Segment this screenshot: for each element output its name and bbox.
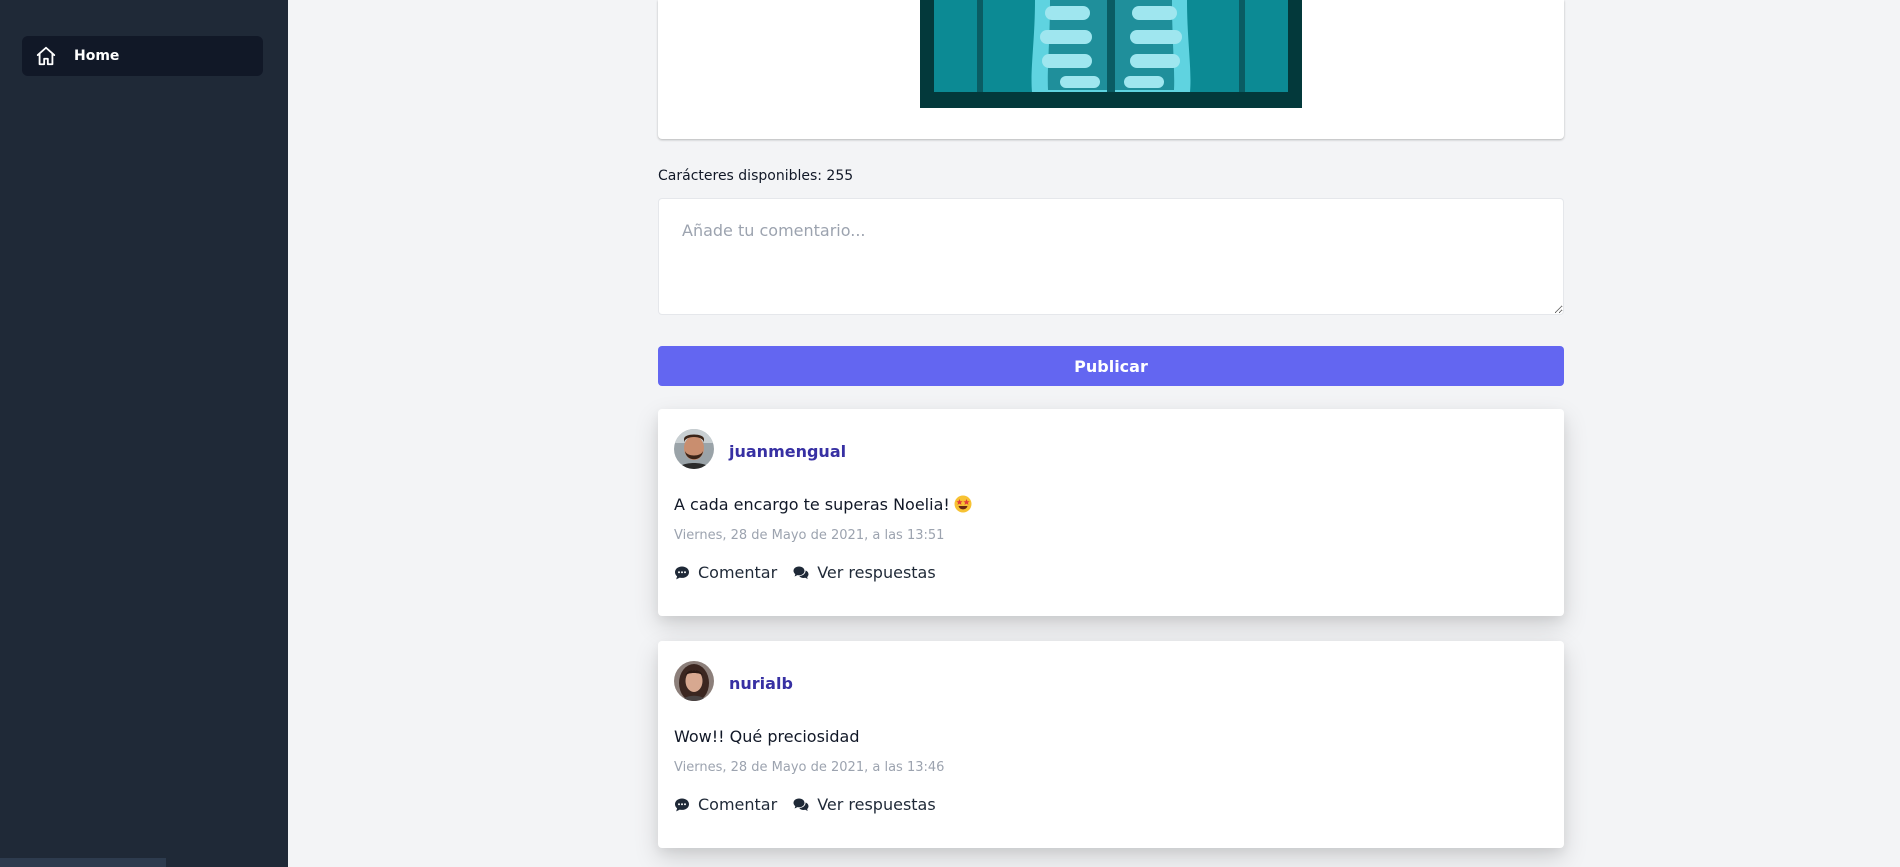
comment-username[interactable]: juanmengual <box>729 442 846 461</box>
comments-icon <box>793 565 817 581</box>
comment-actions: Comentar Ver respuestas <box>674 563 952 582</box>
comment-bubble-icon <box>674 797 698 813</box>
comment-text: Wow!! Qué preciosidad <box>674 727 860 746</box>
comment-input[interactable] <box>658 198 1564 315</box>
post-image <box>920 0 1302 108</box>
view-replies-button[interactable]: Ver respuestas <box>793 795 936 814</box>
characters-available-label: Carácteres disponibles: 255 <box>658 168 854 184</box>
sidebar-item-label: Home <box>74 48 120 64</box>
comment-bubble-icon <box>674 565 698 581</box>
comment-button[interactable]: Comentar <box>674 563 777 582</box>
post-card <box>658 0 1564 139</box>
comment-actions: Comentar Ver respuestas <box>674 795 952 814</box>
sidebar-item-home[interactable]: Home <box>22 36 263 76</box>
comment-timestamp: Viernes, 28 de Mayo de 2021, a las 13:46 <box>674 760 945 775</box>
comment-text-content: A cada encargo te superas Noelia! <box>674 495 950 514</box>
comments-icon <box>793 797 817 813</box>
comment-text: A cada encargo te superas Noelia! <box>674 495 972 514</box>
comment-button[interactable]: Comentar <box>674 795 777 814</box>
avatar[interactable] <box>674 661 714 701</box>
sidebar: Home <box>0 0 288 867</box>
view-replies-label: Ver respuestas <box>817 795 936 814</box>
comment-card: juanmengual A cada encargo te superas No… <box>658 409 1564 616</box>
home-icon <box>35 45 57 67</box>
comment-card: nurialb Wow!! Qué preciosidad Viernes, 2… <box>658 641 1564 848</box>
comment-button-label: Comentar <box>698 795 778 814</box>
view-replies-button[interactable]: Ver respuestas <box>793 563 936 582</box>
avatar[interactable] <box>674 429 714 469</box>
comment-timestamp: Viernes, 28 de Mayo de 2021, a las 13:51 <box>674 528 945 543</box>
comment-button-label: Comentar <box>698 563 778 582</box>
star-struck-emoji-icon <box>954 495 972 513</box>
comment-username[interactable]: nurialb <box>729 674 793 693</box>
view-replies-label: Ver respuestas <box>817 563 936 582</box>
publish-button[interactable]: Publicar <box>658 346 1564 386</box>
status-bar-url <box>0 858 166 867</box>
